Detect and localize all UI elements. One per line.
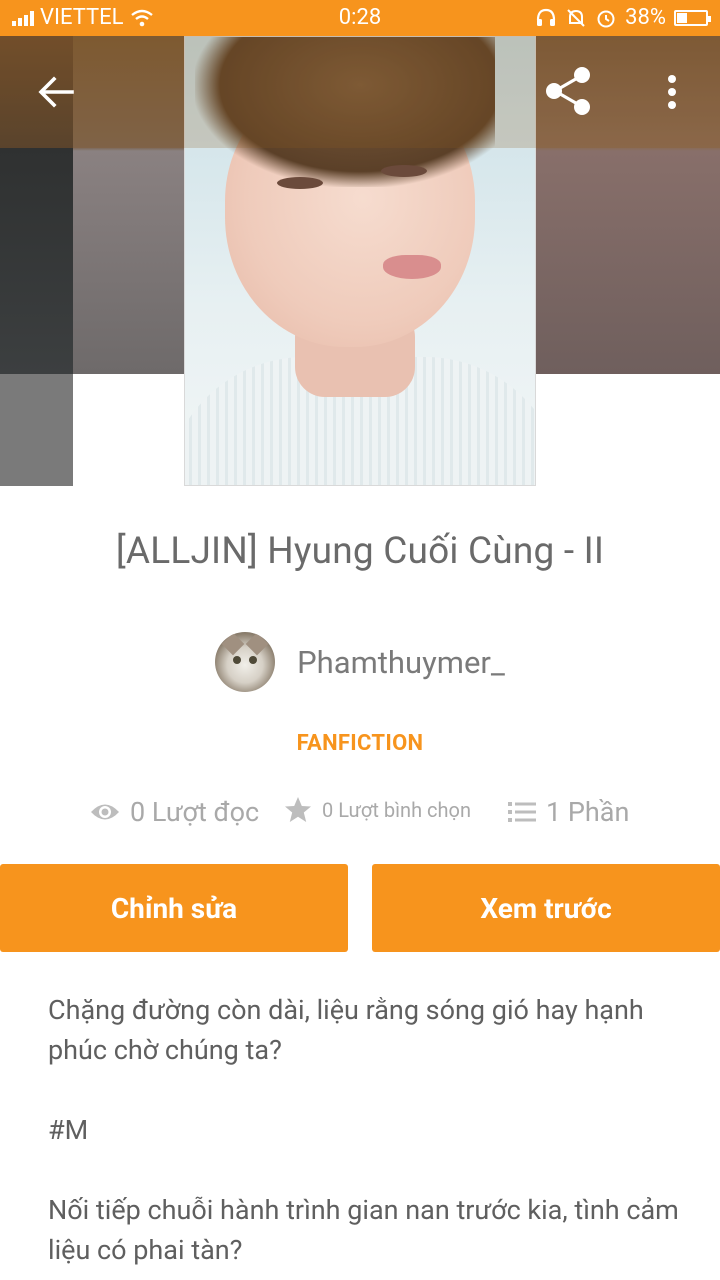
more-options-button[interactable] — [650, 58, 694, 126]
description-paragraph: #M — [48, 1114, 89, 1146]
author-avatar[interactable] — [215, 632, 276, 692]
story-stats: 0 Lượt đọc 0 Lượt bình chọn 1 Phần — [0, 796, 720, 836]
back-button[interactable] — [22, 58, 90, 126]
arrow-left-icon — [38, 76, 74, 108]
reads-count: 0 Lượt đọc — [130, 796, 260, 828]
votes-count: 0 Lượt bình chọn — [322, 798, 471, 822]
author-row[interactable]: Phamthuymer_ — [0, 632, 720, 692]
alarm-icon — [597, 10, 615, 27]
parts-stat: 1 Phần — [508, 796, 629, 828]
status-right: 38% — [535, 5, 711, 30]
battery-icon — [674, 9, 711, 26]
eye-icon — [91, 804, 119, 820]
star-icon — [285, 797, 311, 822]
reads-stat: 0 Lượt đọc — [90, 796, 259, 828]
preview-button[interactable]: Xem trước — [372, 864, 720, 952]
battery-percent: 38% — [625, 5, 666, 30]
status-bar: VIETTEL 0:28 38% — [0, 0, 720, 36]
description-paragraph: Nối tiếp chuỗi hành trình gian nan trước… — [48, 1194, 679, 1266]
headset-icon — [537, 8, 556, 26]
story-category[interactable]: FANFICTION — [0, 731, 720, 756]
share-icon — [546, 67, 590, 115]
blurred-backdrop — [0, 148, 73, 374]
list-icon — [508, 802, 536, 822]
story-title: [ALLJIN] Hyung Cuối Cùng - II — [115, 530, 605, 573]
parts-count: 1 Phần — [546, 796, 630, 828]
edit-button[interactable]: Chỉnh sửa — [0, 864, 348, 952]
description-paragraph: Chặng đường còn dài, liệu rằng sóng gió … — [48, 994, 644, 1066]
share-button[interactable] — [535, 58, 601, 124]
story-description: Chặng đường còn dài, liệu rằng sóng gió … — [48, 990, 688, 1280]
app-bar — [0, 36, 720, 148]
author-name[interactable]: Phamthuymer_ — [297, 644, 505, 681]
more-vertical-icon — [668, 75, 676, 109]
muted-bell-icon — [567, 8, 585, 27]
blurred-backdrop — [0, 374, 73, 486]
votes-stat: 0 Lượt bình chọn — [284, 796, 471, 824]
